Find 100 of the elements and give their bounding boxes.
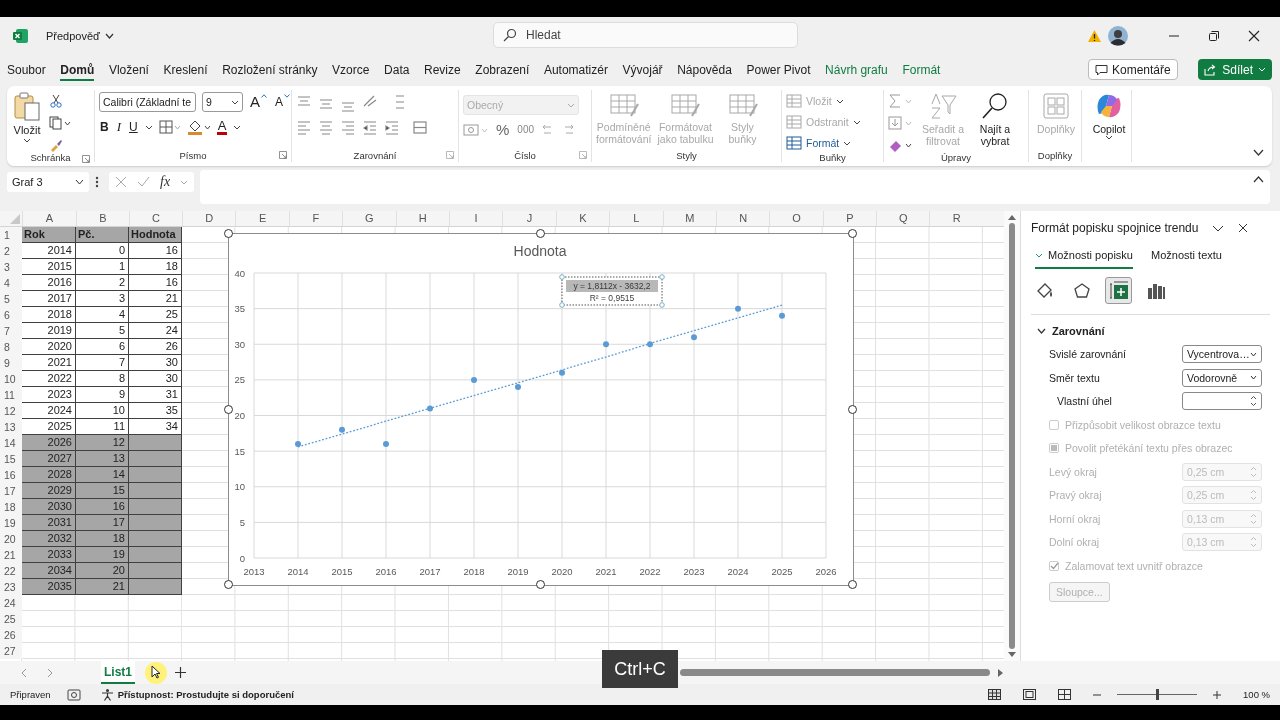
column-header[interactable]: H [395, 211, 449, 226]
row-header[interactable]: 20 [0, 531, 22, 547]
scroll-down-icon[interactable] [1008, 652, 1016, 657]
dropdown[interactable]: Vodorovně [1182, 368, 1262, 387]
close-icon[interactable] [1248, 30, 1260, 42]
menu-tab[interactable]: Kreslení [163, 58, 208, 81]
menu-tab[interactable]: Zobrazení [475, 58, 530, 81]
sheet-tab[interactable]: List1 [101, 661, 135, 684]
row-header[interactable]: 13 [0, 419, 22, 435]
underline-button[interactable]: U [128, 119, 139, 135]
scroll-up-icon[interactable] [1008, 215, 1016, 220]
resize-handle[interactable] [659, 274, 665, 280]
column-header[interactable]: G [342, 211, 396, 226]
pane-tab[interactable]: Možnosti textu [1151, 249, 1222, 269]
menu-tab[interactable]: Automatizér [543, 58, 608, 81]
row-header[interactable]: 27 [0, 643, 22, 659]
column-header[interactable]: C [129, 211, 182, 226]
share-button[interactable]: Sdílet [1198, 59, 1272, 80]
chevron-up-icon[interactable] [1253, 176, 1264, 183]
menu-tab[interactable]: Vložení [108, 58, 149, 81]
column-header[interactable]: N [715, 211, 770, 226]
menu-tab[interactable]: Soubor [7, 58, 46, 81]
menu-tab[interactable]: Domů [60, 58, 95, 81]
resize-handle[interactable] [224, 229, 233, 238]
comments-button[interactable]: Komentáře [1088, 59, 1178, 80]
horizontal-scrollbar[interactable] [680, 667, 1003, 678]
copy-icon[interactable] [49, 116, 71, 130]
row-header[interactable]: 17 [0, 483, 22, 499]
row-header[interactable]: 18 [0, 499, 22, 515]
pane-tab[interactable]: Možnosti popisku [1035, 249, 1133, 269]
insert-function-button[interactable]: fx [160, 174, 171, 190]
column-header[interactable]: K [555, 211, 610, 226]
row-header[interactable]: 22 [0, 563, 22, 579]
section-header[interactable]: Zarovnání [1037, 325, 1280, 337]
row-header[interactable]: 8 [0, 339, 22, 355]
menu-tab[interactable]: Power Pivot [746, 58, 811, 81]
font-color-button[interactable]: A [216, 119, 228, 135]
row-header[interactable]: 2 [0, 243, 22, 259]
check-icon[interactable] [137, 176, 150, 188]
column-header[interactable]: O [769, 211, 823, 226]
borders-icon[interactable] [158, 120, 181, 134]
resize-handle[interactable] [848, 580, 857, 589]
spin-arrows-icon[interactable] [1250, 395, 1257, 407]
vertical-scrollbar[interactable] [1004, 211, 1020, 661]
next-sheet-icon[interactable] [47, 667, 54, 678]
dropdown[interactable]: Vycentrova… [1182, 345, 1262, 363]
row-header[interactable]: 9 [0, 355, 22, 371]
column-header[interactable]: B [76, 211, 129, 226]
resize-handle[interactable] [536, 580, 545, 589]
resize-handle[interactable] [224, 580, 233, 589]
more-icon[interactable] [95, 176, 99, 188]
cells-button[interactable]: Formát [786, 134, 852, 152]
row-header[interactable]: 10 [0, 371, 22, 387]
row-header[interactable]: 24 [0, 595, 22, 611]
avatar-icon[interactable] [1108, 26, 1128, 46]
row-header[interactable]: 26 [0, 627, 22, 643]
caret-icon[interactable] [233, 124, 242, 130]
copilot-button[interactable]: Copilot [1086, 92, 1132, 143]
restore-icon[interactable] [1208, 30, 1220, 42]
column-header[interactable]: F [288, 211, 343, 226]
spin-field[interactable] [1182, 392, 1262, 410]
row-header[interactable]: 25 [0, 611, 22, 627]
menu-tab[interactable]: Nápověda [677, 58, 732, 81]
accessibility-button[interactable]: Přístupnost: Prostudujte si doporučení [100, 688, 294, 701]
find-select-button[interactable]: Najít a vybrat [972, 92, 1018, 147]
close-icon[interactable] [1238, 223, 1249, 233]
caret-icon[interactable] [104, 33, 114, 39]
thousands-button[interactable]: 000 [516, 122, 536, 138]
column-header[interactable]: L [609, 211, 663, 226]
row-header[interactable]: 11 [0, 387, 22, 403]
row-header[interactable]: 15 [0, 451, 22, 467]
file-name[interactable]: Předpověď [46, 30, 100, 42]
column-header[interactable]: I [448, 211, 503, 226]
row-header[interactable]: 16 [0, 467, 22, 483]
row-header[interactable]: 1 [0, 227, 22, 243]
column-header[interactable]: R [929, 211, 983, 226]
resize-handle[interactable] [848, 229, 857, 238]
resize-handle[interactable] [536, 229, 545, 238]
italic-button[interactable]: I [115, 119, 122, 135]
chevron-down-icon[interactable] [1212, 224, 1225, 232]
row-header[interactable]: 23 [0, 579, 22, 595]
column-header[interactable]: P [822, 211, 877, 226]
scissors-icon[interactable] [49, 94, 63, 108]
previous-sheet-icon[interactable] [20, 667, 27, 678]
shrink-font-button[interactable]: A [274, 94, 292, 110]
row-header[interactable]: 3 [0, 259, 22, 275]
resize-handle[interactable] [659, 302, 665, 308]
size-properties-icon[interactable] [1105, 277, 1132, 304]
resize-handle[interactable] [848, 404, 857, 414]
collapse-ribbon-icon[interactable] [1253, 149, 1264, 156]
resize-handle[interactable] [559, 302, 565, 308]
normal-view-icon[interactable] [988, 689, 1002, 700]
menu-tab[interactable]: Vzorce [332, 58, 370, 81]
dialog-launcher-icon[interactable] [279, 151, 287, 159]
menu-tab[interactable]: Revize [424, 58, 461, 81]
eraser-icon[interactable] [888, 138, 914, 152]
warning-icon[interactable] [1087, 29, 1102, 43]
zoom-in-icon[interactable] [1213, 690, 1222, 699]
fill-color-icon[interactable] [186, 119, 211, 135]
resize-handle[interactable] [559, 274, 565, 280]
